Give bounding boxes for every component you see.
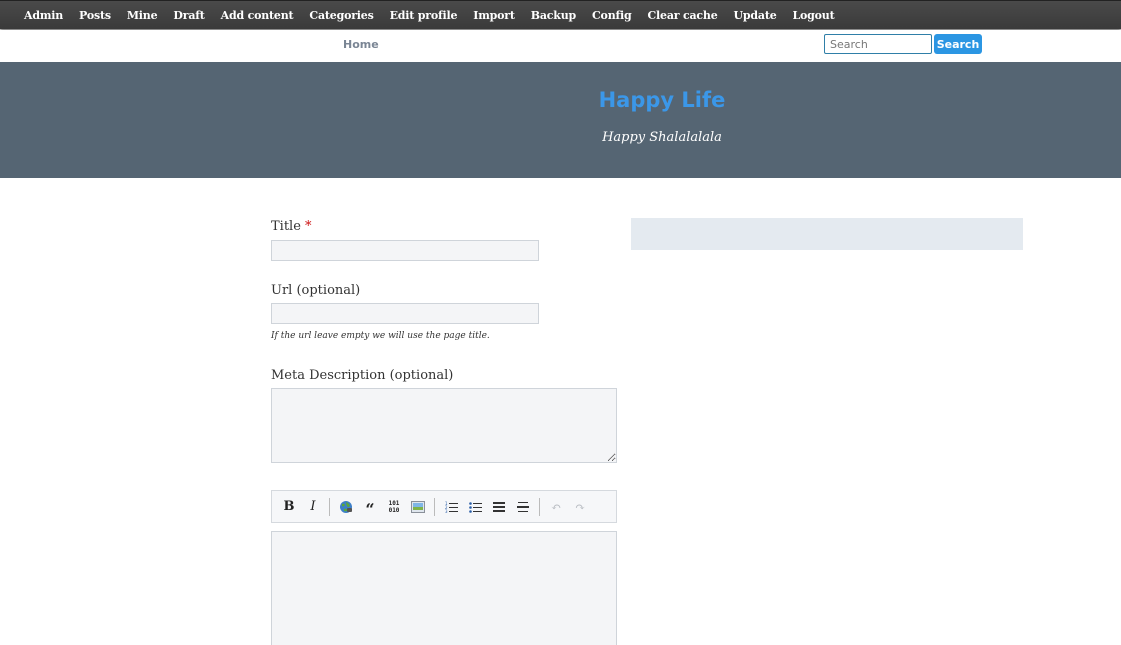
admin-link-add-content[interactable]: Add content — [213, 9, 302, 22]
url-input[interactable] — [271, 303, 539, 324]
title-label-text: Title — [271, 219, 301, 234]
admin-link-edit-profile[interactable]: Edit profile — [382, 9, 466, 22]
required-mark: * — [305, 219, 312, 234]
code-icon-bottom: 010 — [388, 506, 400, 514]
globe-link-icon[interactable] — [336, 497, 356, 517]
quote-icon[interactable]: “ — [360, 497, 380, 517]
sidebar-panel — [631, 218, 1023, 250]
admin-link-update[interactable]: Update — [726, 9, 785, 22]
content-editor-area[interactable] — [271, 531, 617, 645]
toolbar-separator — [539, 497, 540, 516]
image-icon[interactable] — [408, 497, 428, 517]
admin-toolbar: Admin Posts Mine Draft Add content Categ… — [0, 0, 1121, 29]
code-icon[interactable]: 101 010 — [384, 497, 404, 517]
admin-link-posts[interactable]: Posts — [71, 9, 119, 22]
italic-button[interactable]: I — [303, 497, 323, 517]
admin-link-draft[interactable]: Draft — [165, 9, 212, 22]
top-nav: Home Search — [0, 30, 1121, 62]
title-input[interactable] — [271, 240, 539, 261]
site-tagline: Happy Shalalalala — [602, 130, 722, 145]
meta-description-label: Meta Description (optional) — [271, 368, 454, 383]
admin-link-mine[interactable]: Mine — [119, 9, 166, 22]
site-title[interactable]: Happy Life — [0, 88, 1121, 112]
admin-link-clear-cache[interactable]: Clear cache — [640, 9, 726, 22]
svg-text:3: 3 — [445, 509, 448, 513]
search-button[interactable]: Search — [934, 34, 982, 54]
redo-icon[interactable]: ↷ — [570, 497, 590, 517]
heading-icon[interactable] — [489, 497, 509, 517]
toolbar-separator — [329, 497, 330, 516]
bold-button[interactable]: B — [279, 497, 299, 517]
horizontal-rule-icon[interactable] — [513, 497, 533, 517]
url-label: Url (optional) — [271, 283, 361, 298]
admin-link-admin[interactable]: Admin — [16, 9, 71, 22]
nav-home-link[interactable]: Home — [343, 38, 379, 51]
url-hint: If the url leave empty we will use the p… — [271, 331, 490, 341]
admin-link-backup[interactable]: Backup — [523, 9, 584, 22]
editor-toolbar: B I “ 101 010 1 2 3 ↶ ↷ — [271, 490, 617, 523]
unordered-list-icon[interactable] — [465, 497, 485, 517]
site-header: Happy Life Happy Shalalalala — [0, 62, 1121, 178]
search-input[interactable] — [824, 34, 932, 54]
undo-icon[interactable]: ↶ — [546, 497, 566, 517]
admin-link-import[interactable]: Import — [465, 9, 523, 22]
ordered-list-icon[interactable]: 1 2 3 — [441, 497, 461, 517]
admin-link-categories[interactable]: Categories — [301, 9, 381, 22]
meta-description-textarea[interactable] — [271, 388, 617, 463]
toolbar-separator — [434, 497, 435, 516]
admin-link-config[interactable]: Config — [584, 9, 640, 22]
title-label: Title * — [271, 219, 312, 234]
admin-link-logout[interactable]: Logout — [785, 9, 843, 22]
code-icon-top: 101 — [388, 499, 400, 507]
